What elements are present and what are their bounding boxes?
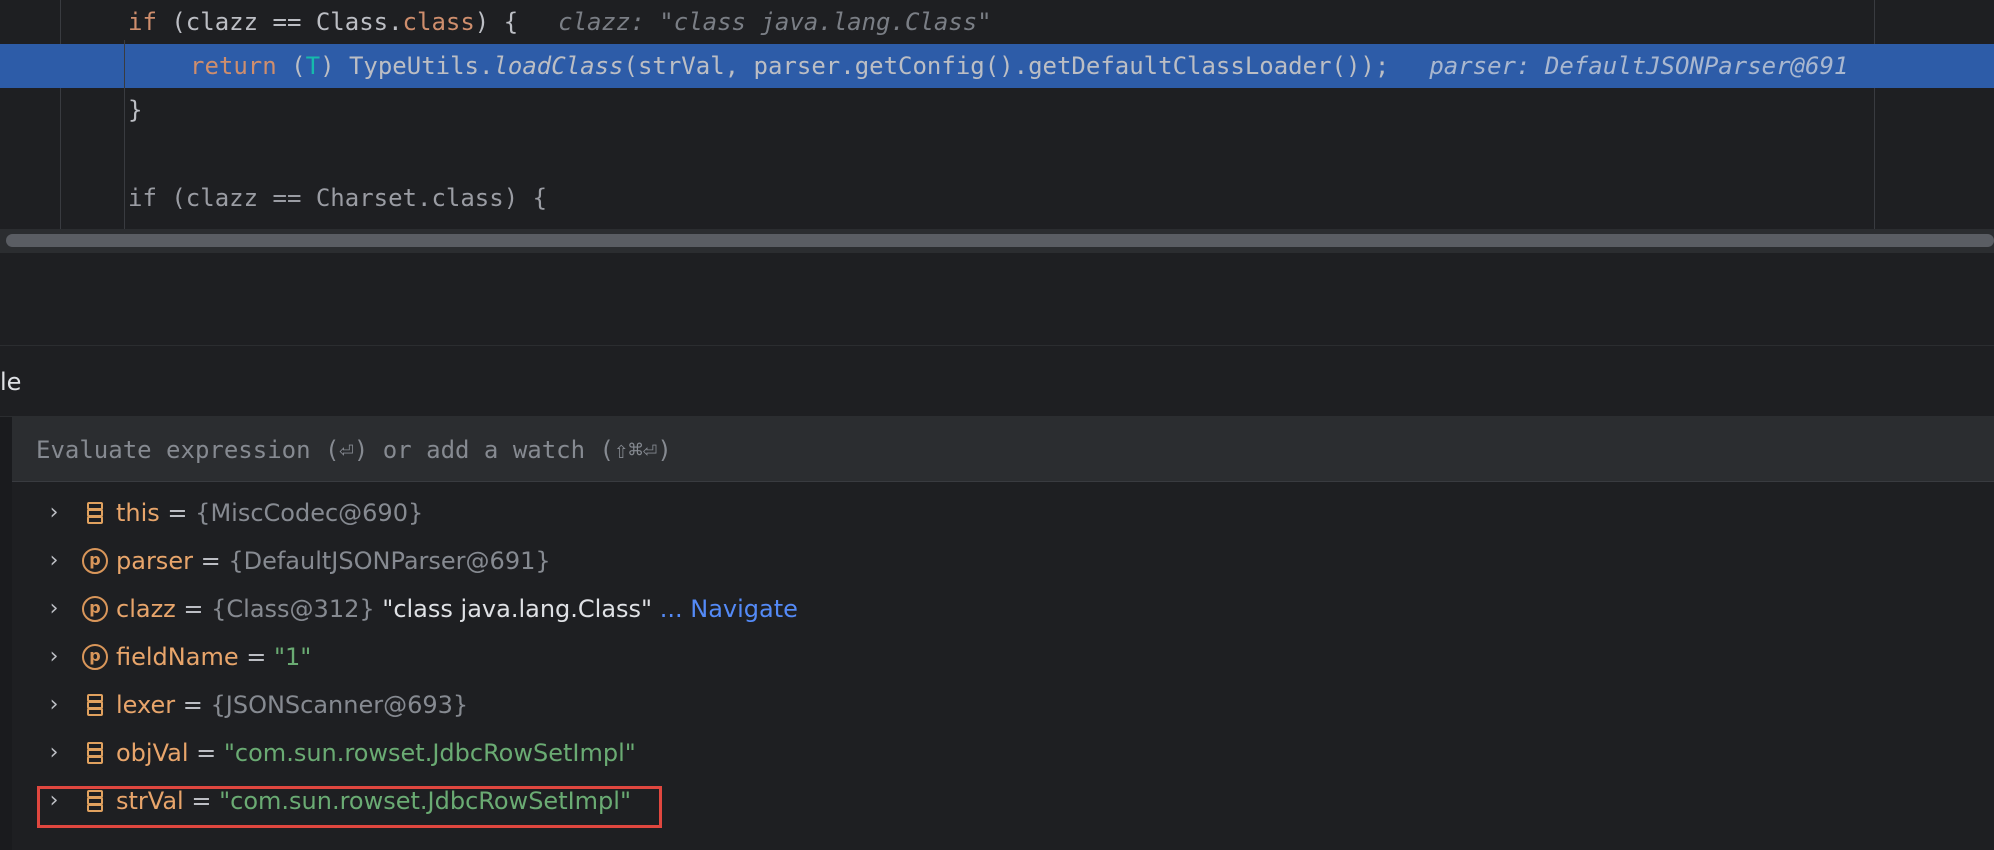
variable-value: "class java.lang.Class": [382, 595, 653, 623]
debug-toolbar-area: [0, 253, 1994, 346]
panel-left-edge: [0, 417, 12, 850]
scrollbar-thumb[interactable]: [6, 234, 1994, 247]
variable-row-objval[interactable]: › objVal = "com.sun.rowset.JdbcRowSetImpl…: [12, 729, 1994, 777]
code-line-current[interactable]: return (T) TypeUtils.loadClass(strVal, p…: [0, 44, 1994, 88]
code-token: if: [128, 184, 157, 212]
variable-text: this = {MiscCodec@690}: [116, 489, 423, 537]
variable-row-fieldname[interactable]: › p fieldName = "1": [12, 633, 1994, 681]
equals-sign: =: [159, 499, 196, 527]
code-token: ) {: [503, 184, 548, 212]
code-editor[interactable]: if (clazz == Class.class) {clazz: "class…: [0, 0, 1994, 232]
variable-text: parser = {DefaultJSONParser@691}: [116, 537, 551, 585]
code-token: }: [128, 96, 143, 124]
debug-tab-strip: [0, 346, 1994, 417]
code-token: (: [276, 52, 306, 80]
code-token: (clazz == Class.: [156, 8, 403, 36]
variable-row-strval[interactable]: › strVal = "com.sun.rowset.JdbcRowSetImpl…: [12, 777, 1994, 825]
code-token: T: [305, 52, 321, 80]
parameter-icon: p: [82, 596, 108, 622]
variable-row-clazz[interactable]: › p clazz = {Class@312} "class java.lang.C…: [12, 585, 1994, 633]
field-stack-icon: [82, 692, 108, 718]
evaluate-expression-input[interactable]: [34, 431, 1938, 469]
variable-text: objVal = "com.sun.rowset.JdbcRowSetImpl": [116, 729, 636, 777]
field-stack-icon: [82, 740, 108, 766]
variable-row-this[interactable]: › this = {MiscCodec@690}: [12, 489, 1994, 537]
variable-reference: {MiscCodec@690}: [195, 499, 424, 527]
code-token: if: [128, 8, 157, 36]
variable-value: "com.sun.rowset.JdbcRowSetImpl": [223, 739, 636, 767]
variable-row-parser[interactable]: › p parser = {DefaultJSONParser@691}: [12, 537, 1994, 585]
equals-sign: =: [175, 595, 212, 623]
variable-value: "com.sun.rowset.JdbcRowSetImpl": [219, 787, 631, 815]
variable-name: strVal: [116, 787, 184, 815]
variable-reference: {DefaultJSONParser@691}: [228, 547, 551, 575]
code-line[interactable]: if (clazz == Charset.class) {: [0, 176, 1994, 220]
code-token: class: [402, 8, 475, 36]
variable-text: lexer = {JSONScanner@693}: [116, 681, 468, 729]
variable-text: strVal = "com.sun.rowset.JdbcRowSetImpl": [116, 777, 631, 825]
variable-name: objVal: [116, 739, 189, 767]
chevron-right-icon[interactable]: ›: [42, 585, 66, 633]
equals-sign: =: [238, 643, 274, 671]
variable-name: parser: [116, 547, 193, 575]
chevron-right-icon[interactable]: ›: [42, 681, 66, 729]
variable-name: clazz: [116, 595, 176, 623]
evaluate-expression-bar: [12, 417, 1994, 482]
parameter-icon: p: [82, 548, 108, 574]
equals-sign: =: [188, 739, 224, 767]
chevron-right-icon[interactable]: ›: [42, 729, 66, 777]
code-token: (clazz == Charset.: [156, 184, 432, 212]
indent-guide: [124, 40, 125, 232]
equals-sign: =: [175, 691, 211, 719]
chevron-right-icon[interactable]: ›: [42, 537, 66, 585]
chevron-right-icon[interactable]: ›: [42, 633, 66, 681]
variable-name: lexer: [116, 691, 176, 719]
code-token: return: [190, 52, 277, 80]
code-line[interactable]: if (clazz == Class.class) { clazz: "class…: [0, 0, 1994, 44]
editor-horizontal-scrollbar[interactable]: [0, 229, 1994, 253]
variable-name: this: [116, 499, 160, 527]
code-token: (strVal, parser.getConfig().getDefaultCl…: [623, 52, 1390, 80]
chevron-right-icon[interactable]: ›: [42, 489, 66, 537]
variables-tab-label[interactable]: le: [0, 368, 21, 396]
equals-sign: =: [192, 547, 229, 575]
chevron-right-icon[interactable]: ›: [42, 777, 66, 825]
inline-debug-hint: parser: DefaultJSONParser@691: [1429, 52, 1849, 80]
variable-reference: {JSONScanner@693}: [210, 691, 469, 719]
navigate-link[interactable]: ... Navigate: [660, 595, 798, 623]
code-token: class: [431, 184, 504, 212]
variable-reference: {Class@312}: [211, 595, 375, 623]
parameter-icon: p: [82, 644, 108, 670]
code-token: ) {: [474, 8, 519, 36]
code-token: loadClass: [493, 52, 624, 80]
variables-panel: ›this = {MiscCodec@690}›pparser = {Defau…: [0, 417, 1994, 850]
code-token: ) TypeUtils.: [320, 52, 494, 80]
variable-name: fieldName: [116, 643, 239, 671]
variable-text: clazz = {Class@312} "class java.lang.Cla…: [116, 585, 798, 633]
variable-value: "1": [273, 643, 312, 671]
code-line[interactable]: }: [0, 88, 1994, 132]
variable-text: fieldName = "1": [116, 633, 311, 681]
field-stack-icon: [82, 788, 108, 814]
field-stack-icon: [82, 500, 108, 526]
inline-debug-hint: clazz: "class java.lang.Class": [558, 8, 992, 36]
variable-row-lexer[interactable]: › lexer = {JSONScanner@693}: [12, 681, 1994, 729]
equals-sign: =: [183, 787, 220, 815]
